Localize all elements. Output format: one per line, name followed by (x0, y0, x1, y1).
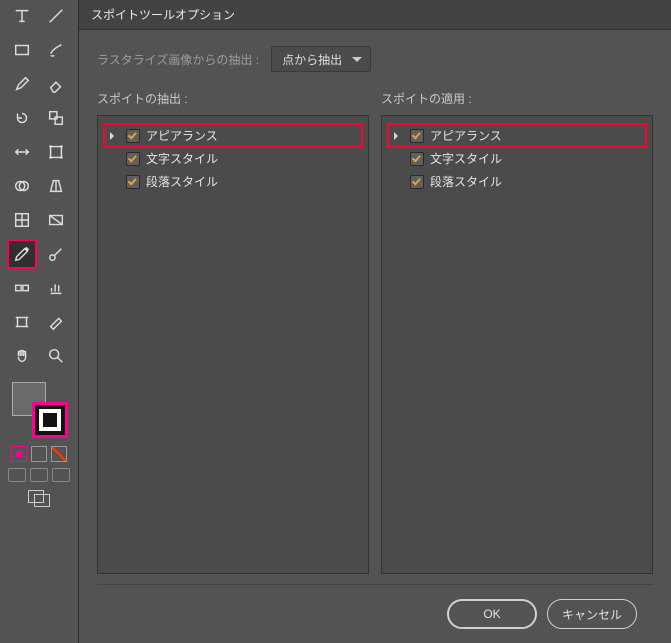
gradient-icon (47, 211, 65, 229)
artboard-tool[interactable] (8, 308, 36, 336)
raster-sample-label: ラスタライズ画像からの抽出 : (97, 51, 259, 68)
eyedropper-tool[interactable] (8, 240, 36, 268)
cancel-button[interactable]: キャンセル (547, 599, 637, 629)
brush-icon (47, 41, 65, 59)
mesh-tool[interactable] (8, 206, 36, 234)
sample-column-title: スポイトの抽出 : (97, 90, 369, 107)
measure-icon (47, 245, 65, 263)
type-icon (13, 7, 31, 25)
width-icon (13, 143, 31, 161)
brush-tool[interactable] (42, 36, 70, 64)
perspective-tool[interactable] (42, 172, 70, 200)
color-mode-row (11, 446, 67, 462)
item-label: 文字スタイル (146, 150, 218, 167)
pencil-icon (13, 75, 31, 93)
text-tool[interactable] (8, 2, 36, 30)
screen-mode-c[interactable] (52, 468, 70, 482)
zoom-tool[interactable] (42, 342, 70, 370)
checkbox-charstyle-apply[interactable] (410, 152, 424, 166)
apply-item-char-style[interactable]: 文字スタイル (406, 147, 646, 170)
item-label: アピアランス (430, 127, 502, 144)
measure-tool[interactable] (42, 240, 70, 268)
raster-sample-value: 点から抽出 (282, 53, 342, 67)
item-label: 段落スタイル (146, 173, 218, 190)
color-mode-none[interactable] (51, 446, 67, 462)
mesh-icon (13, 211, 31, 229)
screen-mode-a[interactable] (8, 468, 26, 482)
color-mode-solid[interactable] (11, 446, 27, 462)
line-tool[interactable] (42, 2, 70, 30)
line-icon (47, 7, 65, 25)
checkbox-parastyle-apply[interactable] (410, 175, 424, 189)
checkbox-appearance-apply[interactable] (410, 129, 424, 143)
sample-item-para-style[interactable]: 段落スタイル (122, 170, 362, 193)
checkbox-appearance-sample[interactable] (126, 129, 140, 143)
apply-item-appearance[interactable]: アピアランス (388, 124, 646, 147)
disclosure-icon[interactable] (392, 130, 404, 142)
graph-icon (47, 279, 65, 297)
screen-mode-b[interactable] (30, 468, 48, 482)
artboard-icon (13, 313, 31, 331)
apply-item-para-style[interactable]: 段落スタイル (406, 170, 646, 193)
color-mode-gradient[interactable] (31, 446, 47, 462)
rotate-icon (13, 109, 31, 127)
shapebuilder-icon (13, 177, 31, 195)
shaper-tool[interactable] (8, 70, 36, 98)
eyedropper-icon (13, 245, 31, 263)
item-label: アピアランス (146, 127, 218, 144)
shape-builder-tool[interactable] (8, 172, 36, 200)
scale-icon (47, 109, 65, 127)
perspective-icon (47, 177, 65, 195)
dialog-title: スポイトツールオプション (79, 0, 671, 30)
rect-icon (13, 41, 31, 59)
rect-tool[interactable] (8, 36, 36, 64)
hand-tool[interactable] (8, 342, 36, 370)
blend-icon (13, 279, 31, 297)
scale-tool[interactable] (42, 104, 70, 132)
gradient-tool[interactable] (42, 206, 70, 234)
sample-item-appearance[interactable]: アピアランス (104, 124, 362, 147)
raster-sample-select[interactable]: 点から抽出 (271, 46, 371, 72)
screen-mode-row (8, 468, 70, 482)
ok-button[interactable]: OK (447, 599, 537, 629)
graph-tool[interactable] (42, 274, 70, 302)
free-transform-tool[interactable] (42, 138, 70, 166)
cancel-label: キャンセル (562, 606, 622, 623)
slice-tool[interactable] (42, 308, 70, 336)
sample-item-char-style[interactable]: 文字スタイル (122, 147, 362, 170)
knife-icon (47, 313, 65, 331)
item-label: 段落スタイル (430, 173, 502, 190)
checkbox-parastyle-sample[interactable] (126, 175, 140, 189)
blend-tool[interactable] (8, 274, 36, 302)
fill-stroke-swatches[interactable] (10, 380, 68, 438)
sample-list: アピアランス 文字スタイル 段落スタイル (97, 115, 369, 574)
toolbar (0, 0, 78, 643)
width-tool[interactable] (8, 138, 36, 166)
apply-column-title: スポイトの適用 : (381, 90, 653, 107)
disclosure-icon[interactable] (108, 130, 120, 142)
hand-icon (13, 347, 31, 365)
rotate-tool[interactable] (8, 104, 36, 132)
eyedropper-options-dialog: スポイトツールオプション ラスタライズ画像からの抽出 : 点から抽出 スポイトの… (78, 0, 671, 643)
zoom-icon (47, 347, 65, 365)
stroke-swatch[interactable] (32, 402, 68, 438)
transform-icon (47, 143, 65, 161)
eraser-tool[interactable] (42, 70, 70, 98)
eraser-icon (47, 75, 65, 93)
checkbox-charstyle-sample[interactable] (126, 152, 140, 166)
screen-mode-toggle[interactable] (28, 490, 50, 506)
apply-list: アピアランス 文字スタイル 段落スタイル (381, 115, 653, 574)
ok-label: OK (483, 607, 500, 621)
item-label: 文字スタイル (430, 150, 502, 167)
